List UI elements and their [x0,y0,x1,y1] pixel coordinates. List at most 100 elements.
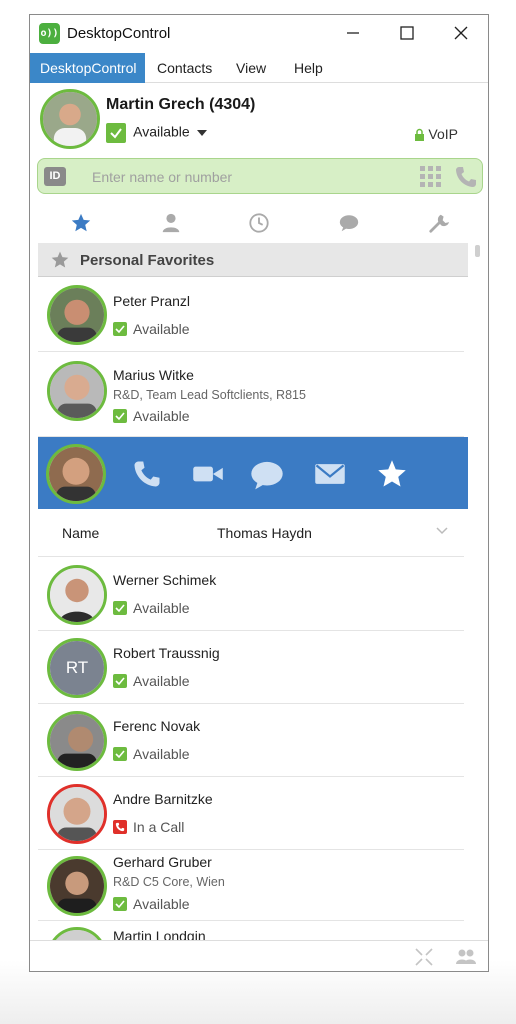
chevron-down-icon[interactable] [436,527,448,535]
contact-row[interactable]: Marius Witke R&D, Team Lead Softclients,… [38,353,464,437]
star-icon [51,251,69,268]
contact-row[interactable]: Ferenc Novak Available [38,705,464,777]
contact-name: Ferenc Novak [113,718,201,734]
status-text: Available [133,673,190,689]
tab-settings[interactable] [419,205,459,241]
search-input[interactable] [92,166,392,188]
contact-name: Marius Witke [113,367,194,383]
menu-contacts[interactable]: Contacts [147,53,222,83]
contact-name: Andre Barnitzke [113,791,213,807]
contact-avatar [47,856,107,916]
lock-icon [415,128,425,141]
video-call-button[interactable] [186,451,230,495]
footer-bar [30,940,488,971]
favorites-list: Personal Favorites Peter Pranzl Availabl… [38,243,482,943]
line-type-indicator: VoIP [414,126,458,142]
menu-bar: DesktopControl Contacts View Help [30,53,488,83]
available-check-icon [113,409,127,423]
video-icon [193,466,223,482]
user-avatar[interactable] [40,89,100,149]
contact-avatar [47,285,107,345]
star-icon [378,460,406,487]
section-title: Personal Favorites [80,252,215,269]
contact-row[interactable]: RT Robert Traussnig Available [38,632,464,704]
tab-history[interactable] [239,205,279,241]
contact-row[interactable]: Andre Barnitzke In a Call [38,778,464,850]
view-tabs [30,205,488,241]
contact-name: Peter Pranzl [113,293,191,309]
line-type-label: VoIP [428,126,458,142]
contact-name: Robert Traussnig [113,645,220,661]
contact-avatar [47,565,107,625]
contact-subtitle: R&D C5 Core, Wien [113,875,225,889]
app-logo-icon: o)) [39,23,60,44]
contact-row[interactable]: Gerhard Gruber R&D C5 Core, Wien Availab… [38,851,464,921]
person-icon [162,213,180,233]
email-button[interactable] [308,451,352,495]
maximize-icon [400,26,414,40]
maximize-button[interactable] [384,15,430,51]
chevron-down-icon [196,130,207,136]
contact-status: Available [113,673,190,689]
mail-icon [315,464,345,484]
contact-row[interactable]: Peter Pranzl Available [38,279,464,352]
detail-value: Thomas Haydn [217,525,312,541]
status-text: Available [133,408,190,424]
phone-icon [134,461,160,487]
available-check-icon [113,322,127,336]
contact-status: Available [113,746,190,762]
detail-label: Name [62,525,100,541]
contact-row[interactable]: Werner Schimek Available [38,559,464,631]
contact-detail-row[interactable]: Name Thomas Haydn [38,509,464,557]
minimize-button[interactable] [330,15,376,51]
status-text: Available [133,321,190,337]
contact-name: Gerhard Gruber [113,854,212,870]
available-check-icon [113,747,127,761]
available-check-icon [113,897,127,911]
contact-status: Available [113,896,190,912]
favorite-toggle-button[interactable] [370,451,414,495]
tab-favorites[interactable] [61,205,101,241]
call-button[interactable] [126,451,170,495]
contact-action-bar [38,437,468,509]
contact-avatar [47,711,107,771]
app-window: o)) DesktopControl DesktopControl Contac… [29,14,489,972]
status-text: Available [133,746,190,762]
scrollbar[interactable] [475,245,480,257]
selected-contact-avatar [46,444,106,504]
menu-view[interactable]: View [226,53,276,83]
window-title: DesktopControl [67,25,171,42]
menu-help[interactable]: Help [284,53,333,83]
id-badge-icon: ID [44,167,66,186]
minimize-icon [347,32,359,34]
dialpad-icon[interactable] [420,166,442,188]
close-button[interactable] [438,15,484,51]
call-icon[interactable] [454,165,478,189]
contact-status: In a Call [113,819,184,835]
chat-button[interactable] [244,451,288,495]
available-check-icon [113,601,127,615]
tab-contacts[interactable] [151,205,191,241]
status-label: Available [133,123,190,140]
title-bar: o)) DesktopControl [30,15,488,53]
chat-icon [251,461,283,490]
available-check-icon [106,123,126,143]
search-bar: ID [37,158,483,194]
menu-desktopcontrol[interactable]: DesktopControl [30,53,145,83]
contact-status: Available [113,600,190,616]
status-text: Available [133,600,190,616]
section-header[interactable]: Personal Favorites [38,243,468,277]
star-icon [71,213,91,232]
user-name: Martin Grech (4304) [106,96,256,113]
available-check-icon [113,674,127,688]
status-selector[interactable]: Available [106,123,207,143]
wrench-icon [429,214,450,233]
in-call-icon [113,820,127,834]
status-text: In a Call [133,819,185,835]
contact-avatar: RT [47,638,107,698]
group-icon[interactable] [455,947,477,967]
collapse-icon[interactable] [414,947,434,967]
close-icon [454,26,468,40]
tab-chat[interactable] [329,205,369,241]
contact-avatar [47,784,107,844]
